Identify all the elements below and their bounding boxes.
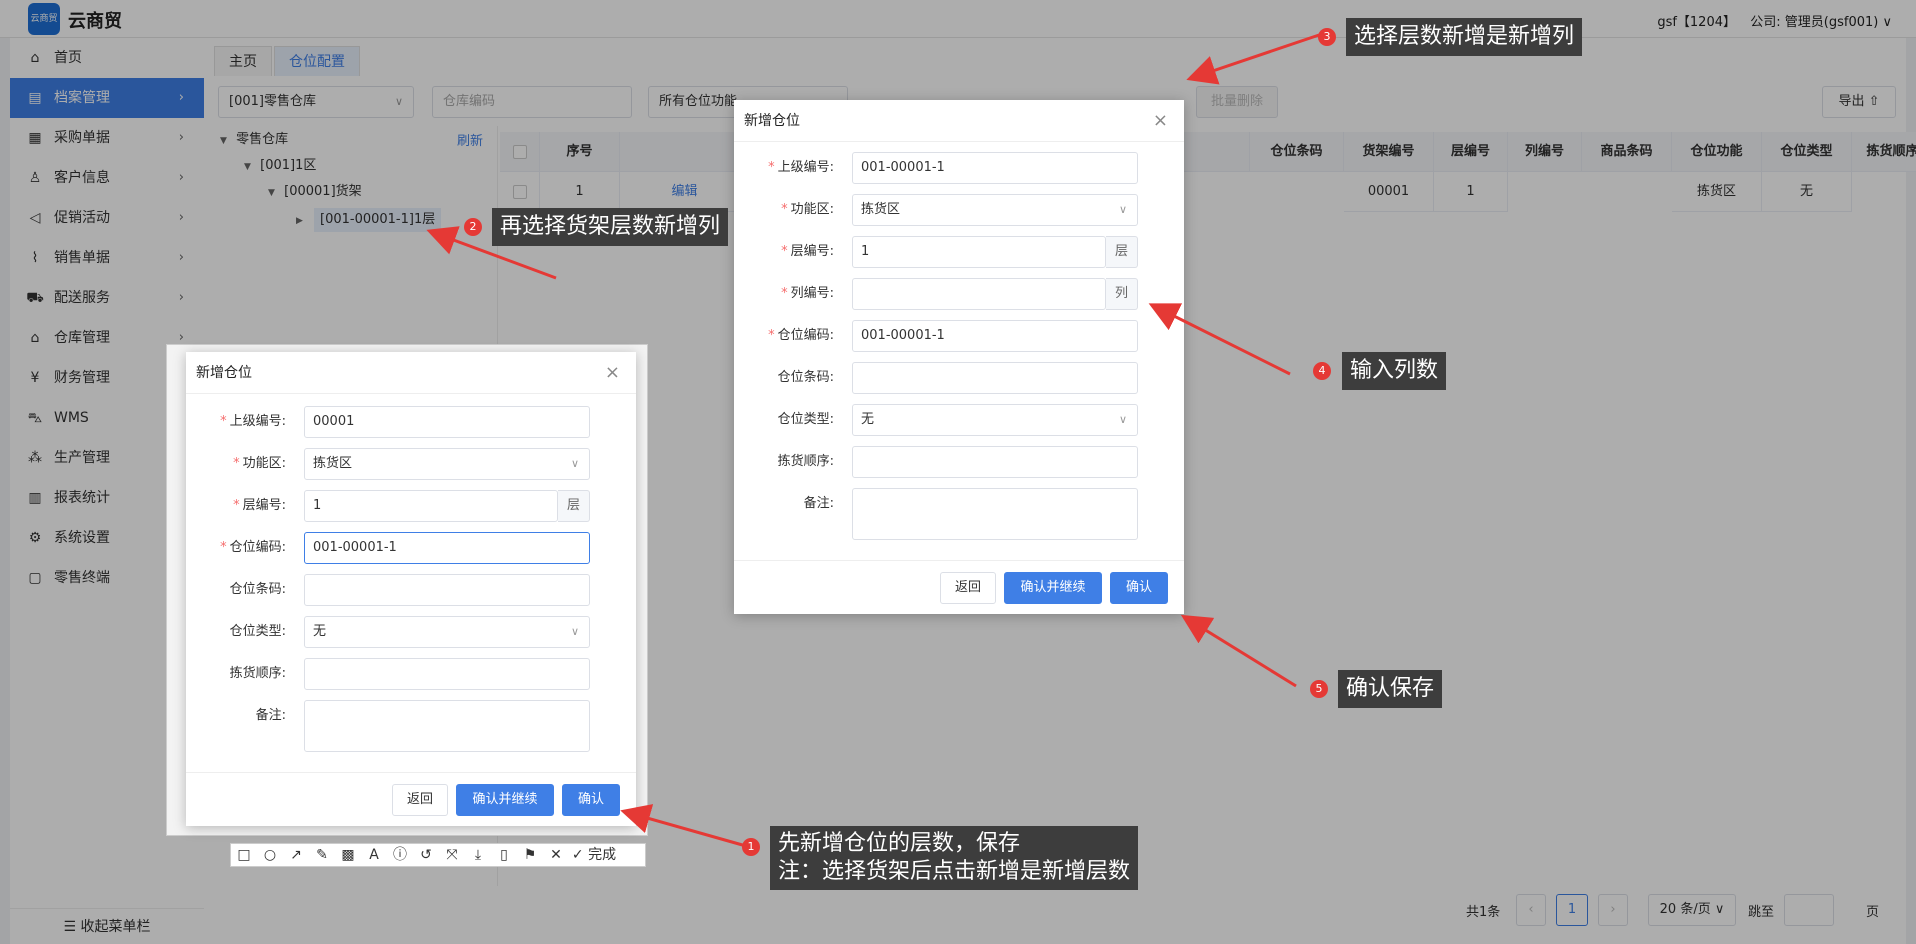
crop-tool-icon[interactable]: ⤧ [439,844,465,866]
callout-3: 选择层数新增是新增列 [1346,18,1583,56]
field-label-column: * 列编号: [781,286,834,301]
field-label-type: 仓位类型: [229,624,286,639]
add-location-dialog-layer: 新增仓位 × * 上级编号: 00001 * 功能区: 拣货区 ∨ * 层编号: 1 层 … [186,352,636,826]
field-label-code: * 仓位编码: [220,540,286,555]
callout-1-badge: 1 [742,838,760,856]
location-type-select[interactable]: 无 ∨ [852,404,1138,436]
chevron-down-icon: ∨ [1118,203,1127,216]
ellipse-tool-icon[interactable]: ○ [257,844,283,866]
location-type-select[interactable]: 无 ∨ [304,616,590,648]
callout-4-badge: 4 [1313,362,1331,380]
chevron-down-icon: ∨ [570,457,579,470]
field-label-barcode: 仓位条码: [229,582,286,597]
remark-textarea[interactable] [304,700,590,752]
confirm-continue-button[interactable]: 确认并继续 [456,784,554,816]
field-label-pick-order: 拣货顺序: [777,454,834,469]
parent-code-input[interactable]: 00001 [304,406,590,438]
location-barcode-input[interactable] [304,574,590,606]
layer-suffix: 层 [558,490,590,522]
confirm-continue-button[interactable]: 确认并继续 [1004,572,1102,604]
pick-order-input[interactable] [304,658,590,690]
callout-4: 输入列数 [1342,352,1447,390]
pick-order-input[interactable] [852,446,1138,478]
layer-number-input[interactable]: 1 [852,236,1106,268]
location-barcode-input[interactable] [852,362,1138,394]
field-label-function: * 功能区: [781,202,834,217]
layer-suffix: 层 [1106,236,1138,268]
download-icon[interactable]: ⤓ [465,844,491,866]
phone-icon[interactable]: ▯ [491,844,517,866]
dialog-title: 新增仓位 × [186,352,636,394]
confirm-button[interactable]: 确认 [562,784,620,816]
column-number-input[interactable] [852,278,1106,310]
field-label-remark: 备注: [255,708,286,723]
callout-5: 确认保存 [1338,670,1443,708]
field-label-remark: 备注: [803,496,834,511]
undo-icon[interactable]: ↺ [413,844,439,866]
close-icon[interactable]: × [605,352,620,394]
screenshot-toolbar: □ ○ ↗ ✎ ▩ Aⓘ ↺ ⤧ ⤓ ▯ ⚑ ✕ ✓ 完成 [230,843,646,867]
add-location-dialog-column: 新增仓位 × * 上级编号: 001-00001-1 * 功能区: 拣货区 ∨ * 层编号… [734,100,1184,614]
callout-1: 先新增仓位的层数，保存注：选择货架后点击新增是新增层数 [770,826,1139,890]
location-code-input[interactable]: 001-00001-1 [852,320,1138,352]
function-area-select[interactable]: 拣货区 ∨ [852,194,1138,226]
back-button[interactable]: 返回 [392,784,448,816]
field-label-code: * 仓位编码: [768,328,834,343]
function-area-select[interactable]: 拣货区 ∨ [304,448,590,480]
callout-3-badge: 3 [1318,28,1336,46]
rect-tool-icon[interactable]: □ [231,844,257,866]
text-tool-icon[interactable]: A [361,844,387,866]
field-label-pick-order: 拣货顺序: [229,666,286,681]
callout-1-line-1: 先新增仓位的层数，保存 [778,831,1021,856]
callout-2: 再选择货架层数新增列 [492,208,729,246]
field-label-layer: * 层编号: [233,498,286,513]
layer-number-input[interactable]: 1 [304,490,558,522]
field-label-type: 仓位类型: [777,412,834,427]
bookmark-icon[interactable]: ⚑ [517,844,543,866]
callout-1-line-2: 注：选择货架后点击新增是新增层数 [778,859,1131,884]
field-label-function: * 功能区: [233,456,286,471]
dialog-title-text: 新增仓位 [744,113,800,129]
callout-5-badge: 5 [1310,680,1328,698]
arrow-tool-icon[interactable]: ↗ [283,844,309,866]
location-code-input[interactable]: 001-00001-1 [304,532,590,564]
confirm-button[interactable]: 确认 [1110,572,1168,604]
dialog-footer: 返回 确认并继续 确认 [186,772,636,826]
field-label-parent: * 上级编号: [220,414,286,429]
close-icon[interactable]: ✕ [543,844,569,866]
close-icon[interactable]: × [1153,100,1168,142]
back-button[interactable]: 返回 [940,572,996,604]
dialog-title: 新增仓位 × [734,100,1184,142]
chevron-down-icon: ∨ [1118,413,1127,426]
mosaic-tool-icon[interactable]: ▩ [335,844,361,866]
dialog-footer: 返回 确认并继续 确认 [734,560,1184,614]
callout-2-badge: 2 [464,218,482,236]
done-button[interactable]: ✓ 完成 [569,844,619,866]
dialog-title-text: 新增仓位 [196,365,252,381]
pen-tool-icon[interactable]: ✎ [309,844,335,866]
info-tool-icon[interactable]: ⓘ [387,844,413,866]
field-label-parent: * 上级编号: [768,160,834,175]
field-label-barcode: 仓位条码: [777,370,834,385]
remark-textarea[interactable] [852,488,1138,540]
chevron-down-icon: ∨ [570,625,579,638]
field-label-layer: * 层编号: [781,244,834,259]
column-suffix: 列 [1106,278,1138,310]
parent-code-input[interactable]: 001-00001-1 [852,152,1138,184]
